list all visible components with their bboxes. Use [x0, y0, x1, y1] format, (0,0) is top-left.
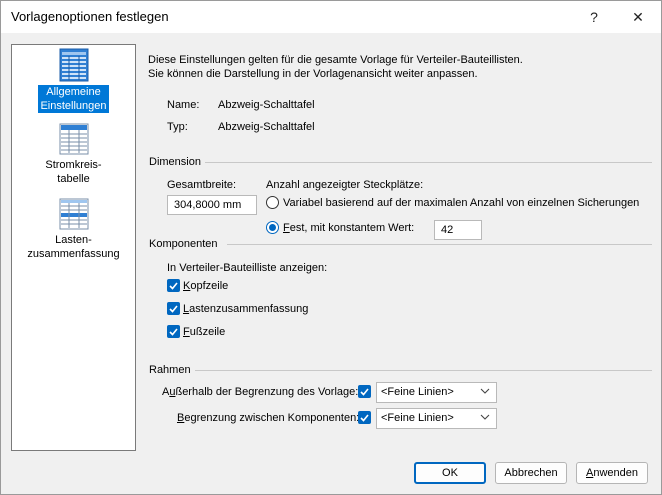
sidebar-item-label: Allgemeine Einstellungen — [38, 85, 109, 113]
name-label: Name: — [167, 99, 200, 111]
type-value: Abzweig-Schalttafel — [218, 121, 315, 133]
footer-checkbox-label: Fußzeile — [183, 326, 226, 338]
dimension-group-title: Dimension — [149, 156, 201, 168]
close-icon: ✕ — [632, 9, 644, 25]
variable-slots-radio[interactable] — [266, 196, 279, 209]
total-width-label: Gesamtbreite: — [167, 179, 237, 191]
fixed-slots-label: Fest, mit konstantem Wert: — [283, 222, 415, 234]
name-value: Abzweig-Schalttafel — [218, 99, 315, 111]
between-components-checkbox[interactable] — [358, 411, 371, 424]
dialog-title: Vorlagenoptionen festlegen — [11, 9, 169, 24]
show-in-list-label: In Verteiler-Bauteilliste anzeigen: — [167, 262, 328, 274]
sidebar-item-circuit-table[interactable]: Stromkreis-tabelle — [12, 123, 135, 186]
help-button[interactable]: ? — [571, 1, 617, 33]
frame-group-title: Rahmen — [149, 364, 191, 376]
cancel-button[interactable]: Abbrechen — [495, 462, 567, 484]
sidebar-item-label: Stromkreis-tabelle — [45, 159, 102, 185]
total-width-input[interactable]: 304,8000 mm — [167, 195, 257, 215]
description-text: Diese Einstellungen gelten für die gesam… — [148, 54, 523, 80]
sidebar-item-load-summary[interactable]: Lasten-zusammenfassung — [12, 198, 135, 261]
between-components-label: Begrenzung zwischen Komponenten: — [177, 412, 360, 424]
chevron-down-icon — [480, 388, 490, 394]
load-summary-icon — [59, 198, 88, 230]
checkmark-icon — [169, 282, 178, 290]
slots-label: Anzahl angezeigter Steckplätze: — [266, 179, 424, 191]
load-summary-checkbox-label: Lastenzusammenfassung — [183, 303, 309, 315]
apply-button[interactable]: Anwenden — [576, 462, 648, 484]
chevron-down-icon — [480, 414, 490, 420]
checkmark-icon — [360, 388, 369, 396]
dimension-separator — [205, 162, 652, 163]
outside-border-checkbox[interactable] — [358, 385, 371, 398]
between-components-linestyle-select[interactable]: <Feine Linien> — [376, 408, 497, 429]
checkmark-icon — [169, 328, 178, 336]
sidebar-item-label: Lasten-zusammenfassung — [27, 234, 120, 260]
variable-slots-label: Variabel basierend auf der maximalen Anz… — [283, 197, 640, 209]
type-label: Typ: — [167, 121, 188, 133]
header-checkbox[interactable] — [167, 279, 180, 292]
close-button[interactable]: ✕ — [615, 1, 661, 33]
header-checkbox-label: Kopfzeile — [183, 280, 229, 292]
load-summary-checkbox[interactable] — [167, 302, 180, 315]
general-settings-icon — [59, 48, 88, 82]
footer-checkbox[interactable] — [167, 325, 180, 338]
help-icon: ? — [590, 9, 598, 25]
sidebar-item-general-settings[interactable]: Allgemeine Einstellungen — [12, 48, 135, 113]
dialog-window: Vorlagenoptionen festlegen ? ✕ Allgemein… — [0, 0, 662, 495]
title-bar: Vorlagenoptionen festlegen ? ✕ — [1, 1, 661, 33]
components-group-title: Komponenten — [149, 238, 218, 250]
frame-separator — [195, 370, 652, 371]
outside-border-label: Außerhalb der Begrenzung des Vorlage: — [162, 386, 359, 398]
category-sidebar: Allgemeine Einstellungen Stromkreis-tabel… — [11, 44, 136, 451]
checkmark-icon — [360, 414, 369, 422]
components-separator — [227, 244, 652, 245]
fixed-slots-radio[interactable] — [266, 221, 279, 234]
circuit-table-icon — [59, 123, 88, 155]
outside-border-linestyle-select[interactable]: <Feine Linien> — [376, 382, 497, 403]
ok-button[interactable]: OK — [414, 462, 486, 484]
checkmark-icon — [169, 305, 178, 313]
fixed-slots-input[interactable]: 42 — [434, 220, 482, 240]
